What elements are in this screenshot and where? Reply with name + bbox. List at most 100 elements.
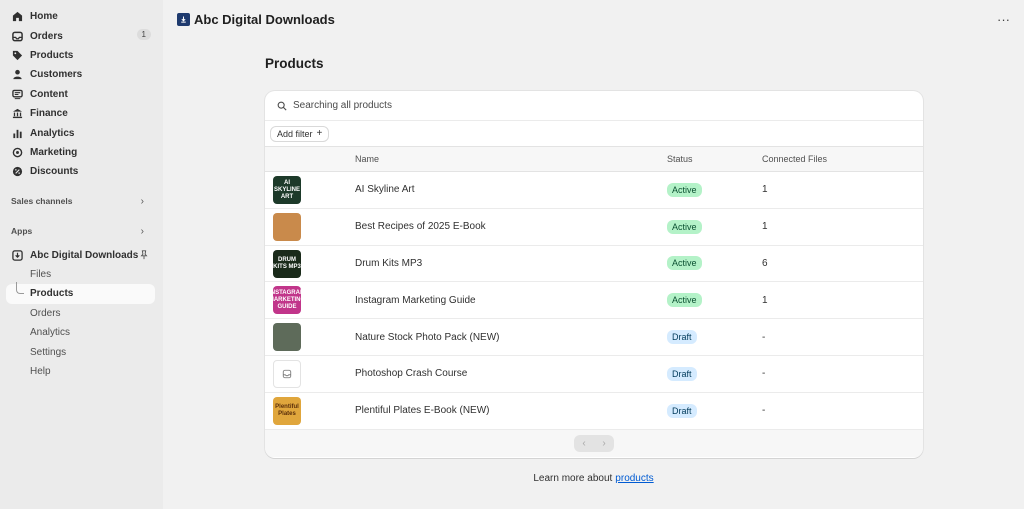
nav-label: Products xyxy=(30,49,74,61)
connected-files-count: 1 xyxy=(762,184,768,196)
pagination-prev-button[interactable]: ‹ xyxy=(574,435,594,452)
nav-orders[interactable]: Orders 1 xyxy=(0,26,163,45)
thumbnail-text: INSTAGRAM MARKETING GUIDE xyxy=(273,289,301,310)
nav-analytics[interactable]: Analytics xyxy=(0,123,163,142)
app-header: Abc Digital Downloads ··· xyxy=(163,0,1024,38)
nav-discounts[interactable]: Discounts xyxy=(0,162,163,181)
subitem-label: Files xyxy=(30,269,52,281)
apps-header[interactable]: Apps › xyxy=(0,220,163,242)
column-header-status[interactable]: Status xyxy=(667,154,693,164)
subitem-label: Analytics xyxy=(30,327,71,339)
nav-products[interactable]: Products xyxy=(0,46,163,65)
status-cell: Active xyxy=(667,182,702,197)
pagination-group: ‹ › xyxy=(574,434,614,452)
app-subitem-products[interactable]: Products xyxy=(6,282,155,304)
table-row[interactable]: Plentiful Plates Plentiful Plates E-Book … xyxy=(265,393,923,430)
nav-label: Finance xyxy=(30,108,68,120)
product-name[interactable]: Plentiful Plates E-Book (NEW) xyxy=(355,405,490,416)
page-title: Products xyxy=(265,56,324,71)
table-header: Name Status Connected Files xyxy=(265,147,923,172)
content-icon xyxy=(12,89,23,100)
search-text: Searching all products xyxy=(293,100,392,111)
nav-label: Customers xyxy=(30,69,83,81)
person-icon xyxy=(12,69,23,80)
more-actions-button[interactable]: ··· xyxy=(997,12,1010,27)
thumbnail-text: AI SKYLINE ART xyxy=(273,179,300,200)
chevron-right-icon: › xyxy=(140,195,144,207)
sales-channels-label: Sales channels xyxy=(11,195,73,206)
learn-more-text: Learn more about xyxy=(533,473,613,484)
thumbnail-text: DRUM KITS MP3 xyxy=(273,256,301,270)
nav-label: Home xyxy=(30,11,58,23)
orders-count-badge: 1 xyxy=(136,29,151,41)
image-placeholder-icon xyxy=(282,369,292,379)
product-name[interactable]: Best Recipes of 2025 E-Book xyxy=(355,221,486,232)
nav-label: Orders xyxy=(30,30,63,42)
pagination: ‹ › xyxy=(265,429,923,457)
pin-icon[interactable] xyxy=(139,249,149,260)
subitem-label: Products xyxy=(30,288,74,300)
product-thumbnail xyxy=(273,323,301,352)
table-row[interactable]: AI SKYLINE ART AI Skyline Art Active 1 xyxy=(265,172,923,209)
status-badge: Draft xyxy=(667,403,697,418)
nav-label: Content xyxy=(30,88,68,100)
app-title: Abc Digital Downloads xyxy=(194,11,335,27)
product-name[interactable]: Nature Stock Photo Pack (NEW) xyxy=(355,332,500,343)
product-thumbnail xyxy=(273,212,301,241)
app-logo-icon xyxy=(177,12,190,26)
nav-content[interactable]: Content xyxy=(0,85,163,104)
app-subitem-orders[interactable]: Orders xyxy=(0,304,163,323)
sales-channels-header[interactable]: Sales channels › xyxy=(0,190,163,212)
download-app-icon xyxy=(12,249,23,261)
nav-label: Marketing xyxy=(30,146,78,158)
thumbnail-text: Plentiful Plates xyxy=(275,403,299,417)
nav-label: Analytics xyxy=(30,127,75,139)
sidebar: Home Orders 1 Products Customers Content… xyxy=(0,0,163,509)
search-icon xyxy=(277,101,287,111)
learn-more-link[interactable]: products xyxy=(615,473,653,484)
product-name[interactable]: AI Skyline Art xyxy=(355,184,414,195)
app-subitem-files[interactable]: Files xyxy=(0,265,163,284)
app-abc-digital-downloads[interactable]: Abc Digital Downloads xyxy=(0,246,163,265)
pagination-next-button[interactable]: › xyxy=(594,435,614,452)
column-header-name[interactable]: Name xyxy=(355,154,379,164)
add-filter-button[interactable]: Add filter + xyxy=(270,125,330,142)
products-table-card: Searching all products Add filter + Name… xyxy=(265,91,923,458)
nav-customers[interactable]: Customers xyxy=(0,65,163,84)
search-bar[interactable]: Searching all products xyxy=(265,91,923,121)
subitem-label: Settings xyxy=(30,346,67,358)
apps-label: Apps xyxy=(11,225,33,236)
product-thumbnail: AI SKYLINE ART xyxy=(273,176,301,204)
connected-files-count: - xyxy=(762,368,766,380)
table-row[interactable]: DRUM KITS MP3 Drum Kits MP3 Active 6 xyxy=(265,246,923,283)
table-row[interactable]: Best Recipes of 2025 E-Book Active 1 xyxy=(265,209,923,246)
status-badge: Draft xyxy=(667,330,697,345)
bar-chart-icon xyxy=(12,128,23,139)
nav-finance[interactable]: Finance xyxy=(0,104,163,123)
table-row[interactable]: Photoshop Crash Course Draft - xyxy=(265,356,923,393)
column-header-connected-files[interactable]: Connected Files xyxy=(762,154,827,164)
status-badge: Active xyxy=(667,256,702,271)
product-name[interactable]: Photoshop Crash Course xyxy=(355,368,467,379)
app-subitem-analytics[interactable]: Analytics xyxy=(0,323,163,342)
learn-more: Learn more about products xyxy=(0,473,1024,484)
table-row[interactable]: INSTAGRAM MARKETING GUIDE Instagram Marke… xyxy=(265,282,923,320)
status-cell: Active xyxy=(667,293,702,308)
product-name[interactable]: Instagram Marketing Guide xyxy=(355,295,476,306)
connected-files-count: - xyxy=(762,405,766,417)
target-icon xyxy=(12,147,23,158)
product-name[interactable]: Drum Kits MP3 xyxy=(355,258,422,269)
nav-marketing[interactable]: Marketing xyxy=(0,143,163,162)
nav-home[interactable]: Home xyxy=(0,7,163,26)
status-cell: Active xyxy=(667,219,702,234)
status-cell: Draft xyxy=(667,330,697,345)
status-cell: Active xyxy=(667,256,702,271)
add-filter-label: Add filter xyxy=(277,128,313,139)
discount-icon xyxy=(12,166,23,177)
product-thumbnail xyxy=(273,359,301,388)
table-row[interactable]: Nature Stock Photo Pack (NEW) Draft - xyxy=(265,319,923,356)
plus-icon: + xyxy=(316,128,323,139)
app-subitem-help[interactable]: Help xyxy=(0,362,163,381)
app-subitem-settings[interactable]: Settings xyxy=(0,342,163,361)
status-cell: Draft xyxy=(667,403,697,418)
